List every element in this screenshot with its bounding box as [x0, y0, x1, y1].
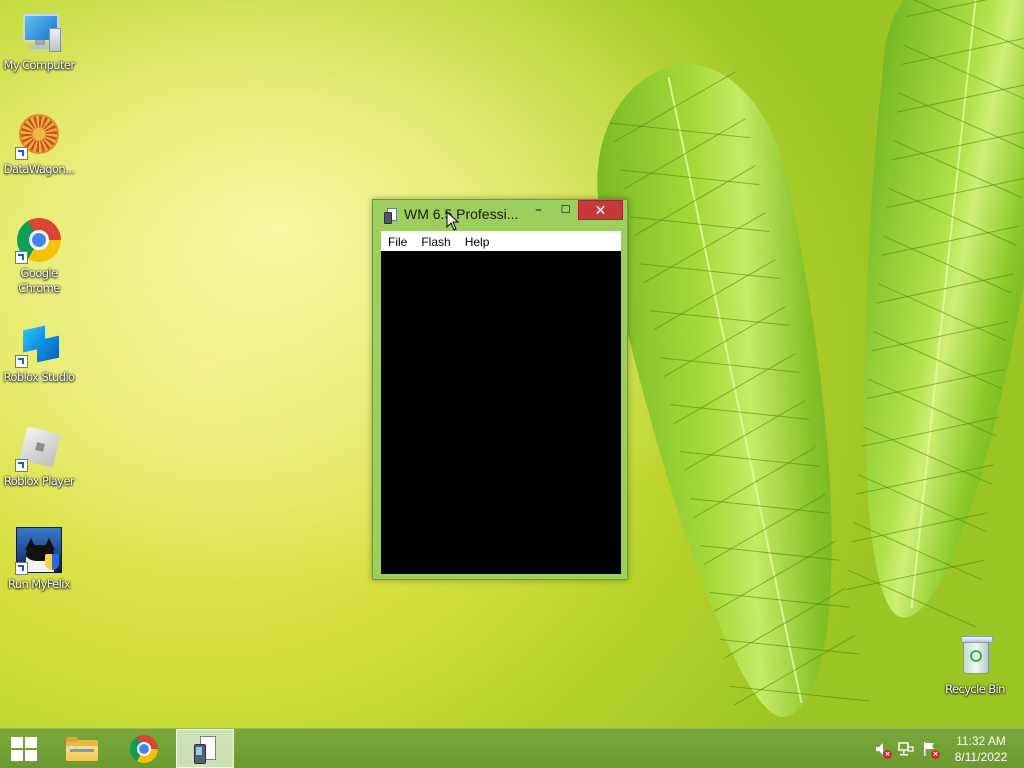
myfelix-icon: [15, 527, 63, 575]
taskbar-chrome[interactable]: [118, 729, 170, 768]
leaf-vein: [723, 587, 846, 659]
leaf-vein: [693, 447, 816, 518]
leaf-vein: [673, 353, 796, 424]
minimize-button[interactable]: –: [525, 200, 552, 220]
leaf-vein: [633, 165, 756, 237]
desktop-icon-label: Recycle Bin: [945, 682, 1005, 696]
volume-muted-icon[interactable]: ×: [874, 741, 892, 759]
leaf-vein: [906, 0, 1024, 18]
leaf-vein: [713, 540, 836, 612]
leaf-vein: [863, 426, 992, 485]
chrome-icon: [15, 216, 63, 264]
leaf-vein: [888, 187, 1017, 246]
desktop-icon-google-chrome[interactable]: Google Chrome: [0, 216, 79, 296]
taskbar: × × 11:32 AM 8/11/2022: [0, 728, 1024, 768]
leaf-vein: [613, 71, 736, 143]
leaf-vein: [703, 493, 826, 565]
leaf-vein: [873, 331, 1002, 390]
leaf-vein: [908, 0, 1024, 55]
shortcut-arrow-icon: [15, 355, 28, 368]
leaf-vein: [853, 522, 982, 580]
taskbar-file-explorer[interactable]: [56, 729, 108, 768]
leaf-vein: [663, 306, 786, 378]
leaf-vein: [623, 118, 746, 190]
roblox-studio-icon: [15, 320, 63, 368]
desktop-icon-label: Google Chrome: [18, 266, 60, 295]
maximize-button[interactable]: ☐: [552, 200, 579, 220]
menu-help[interactable]: Help: [458, 232, 497, 252]
desktop-icon-label: Roblox Studio: [3, 370, 76, 384]
folder-icon: [66, 737, 98, 761]
desktop-icon-label: Roblox Player: [3, 474, 75, 488]
desktop-icon-label: My Computer: [3, 58, 76, 72]
desktop: My Computer DataWagon... Google Chrome R…: [0, 0, 1024, 728]
desktop-icon-my-computer[interactable]: My Computer: [0, 8, 79, 73]
desktop-icon-roblox-studio[interactable]: Roblox Studio: [0, 320, 79, 385]
clock-date: 8/11/2022: [954, 750, 1008, 764]
emulator-icon: [194, 736, 216, 764]
computer-icon: [15, 8, 63, 56]
leaf-vein: [858, 474, 987, 533]
roblox-player-icon: [15, 424, 63, 472]
desktop-icon-roblox-player[interactable]: Roblox Player: [0, 424, 79, 489]
start-button[interactable]: [0, 729, 48, 768]
desktop-icon-run-myfelix[interactable]: Run MyFelix: [0, 527, 79, 592]
leaf-vein: [893, 140, 1022, 199]
recycle-bin-icon: [951, 632, 999, 680]
leaf-vein: [878, 283, 1007, 342]
leaf-vein: [883, 235, 1012, 294]
action-center-flag-icon[interactable]: ×: [922, 741, 940, 759]
leaf-vein: [653, 259, 776, 331]
datawagon-icon: [15, 112, 63, 160]
leaf-decoration: [825, 0, 1024, 628]
menu-bar: File Flash Help: [381, 231, 621, 251]
shortcut-arrow-icon: [15, 147, 28, 160]
shortcut-arrow-icon: [15, 562, 28, 575]
shortcut-arrow-icon: [15, 459, 28, 472]
desktop-icon-label: DataWagon...: [3, 162, 75, 176]
window-title: WM 6.5 Professi...: [404, 206, 519, 222]
taskbar-clock[interactable]: 11:32 AM 8/11/2022: [948, 733, 1014, 765]
windows-logo-icon: [11, 737, 37, 761]
desktop-icon-label: Run MyFelix: [7, 577, 71, 591]
leaf-vein: [733, 634, 856, 706]
leaf-vein: [896, 82, 1024, 113]
leaf-vein: [683, 400, 806, 471]
shortcut-arrow-icon: [15, 251, 28, 264]
menu-flash[interactable]: Flash: [414, 232, 457, 252]
chrome-icon: [130, 735, 158, 763]
leaf-vein: [848, 569, 977, 628]
emulator-window[interactable]: WM 6.5 Professi... – ☐ ✕ File Flash Help: [372, 199, 628, 580]
taskbar-wm-emulator[interactable]: [176, 729, 234, 768]
close-button[interactable]: ✕: [578, 200, 623, 220]
desktop-icon-datawagon[interactable]: DataWagon...: [0, 112, 79, 177]
clock-time: 11:32 AM: [956, 734, 1006, 748]
app-icon[interactable]: [384, 208, 397, 224]
menu-file[interactable]: File: [381, 232, 414, 252]
emulator-screen[interactable]: [381, 251, 621, 574]
leaf-vein: [868, 378, 997, 437]
desktop-icon-recycle-bin[interactable]: Recycle Bin: [935, 632, 1015, 697]
window-titlebar[interactable]: WM 6.5 Professi... – ☐ ✕: [373, 200, 627, 230]
network-icon[interactable]: [898, 741, 914, 757]
leaf-vein: [643, 212, 766, 284]
